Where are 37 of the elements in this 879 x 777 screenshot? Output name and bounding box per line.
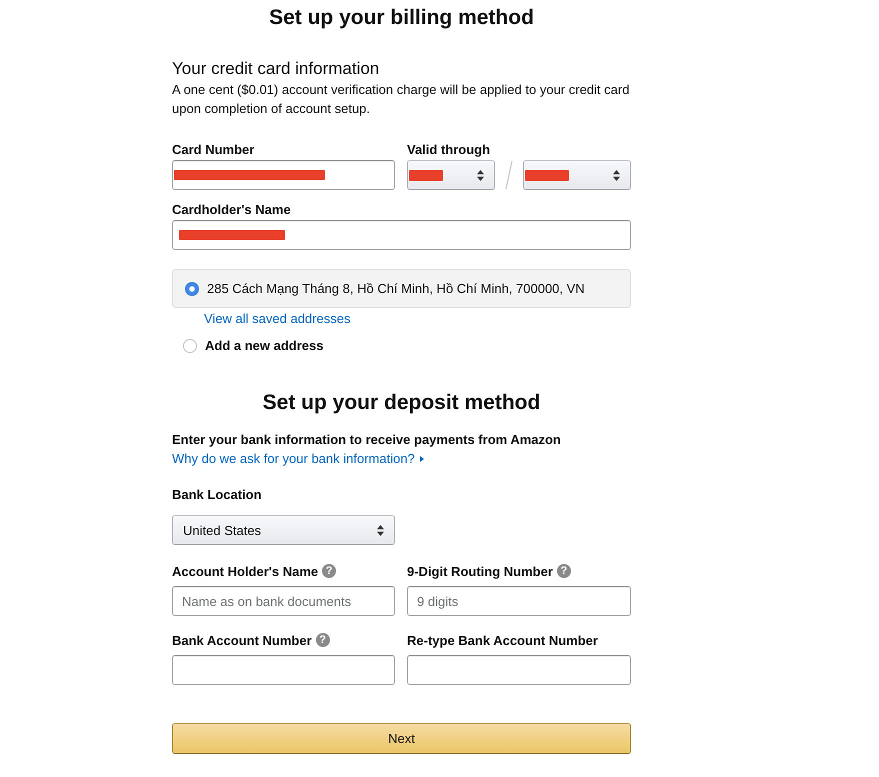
field-label: Cardholder's Name [172,202,291,218]
bank-info-intro: Enter your bank information to receive payments from Amazon [172,432,561,448]
month-select[interactable] [407,160,495,190]
input-field[interactable] [172,655,395,685]
input-field[interactable]: 9 digits [407,586,631,616]
bank-info-help-link[interactable]: Why do we ask for your bank information? [172,451,424,467]
verification-note: A one cent ($0.01) account verification charge will be applied to your credit card upon completion of account setup. [172,81,630,118]
help-icon[interactable]: ? [316,632,330,646]
slash-separator [504,160,514,190]
year-select[interactable] [523,160,631,190]
next-button[interactable]: Next [172,723,631,754]
address-option[interactable]: Add a new address [172,336,336,356]
address-option[interactable]: 285 Cách Mạng Tháng 8, Hồ Chí Minh, Hồ Chí Minh, 700000, VN [172,269,631,308]
view-addresses-link[interactable]: View all saved addresses [204,311,350,327]
dropdown-arrows-icon [613,170,620,180]
field-label: Bank Location [172,487,262,503]
radio-button[interactable] [185,282,199,296]
field-label: Card Number [172,142,254,158]
section-subtitle: Your credit card information [172,58,380,80]
field-label: Bank Account Number [172,633,312,649]
input-field[interactable] [407,655,631,685]
help-icon[interactable]: ? [322,564,336,578]
cardholder-name-field[interactable] [172,220,631,250]
radio-button[interactable] [183,339,197,353]
field-label: 9-Digit Routing Number [407,564,553,580]
field-label: Account Holder's Name [172,564,318,580]
help-icon[interactable]: ? [556,564,571,578]
field-label: Valid through [407,142,490,158]
input-field[interactable]: Name as on bank documents [172,586,395,616]
dropdown-arrows-icon [377,524,384,536]
section-title: Set up your deposit method [262,390,540,416]
page-title: Set up your billing method [269,5,534,31]
bank-location-select[interactable]: United States [172,515,395,545]
field-label: Re-type Bank Account Number [407,633,598,649]
caret-icon [420,456,424,462]
card-number-field[interactable] [172,160,395,190]
dropdown-arrows-icon [477,170,484,180]
